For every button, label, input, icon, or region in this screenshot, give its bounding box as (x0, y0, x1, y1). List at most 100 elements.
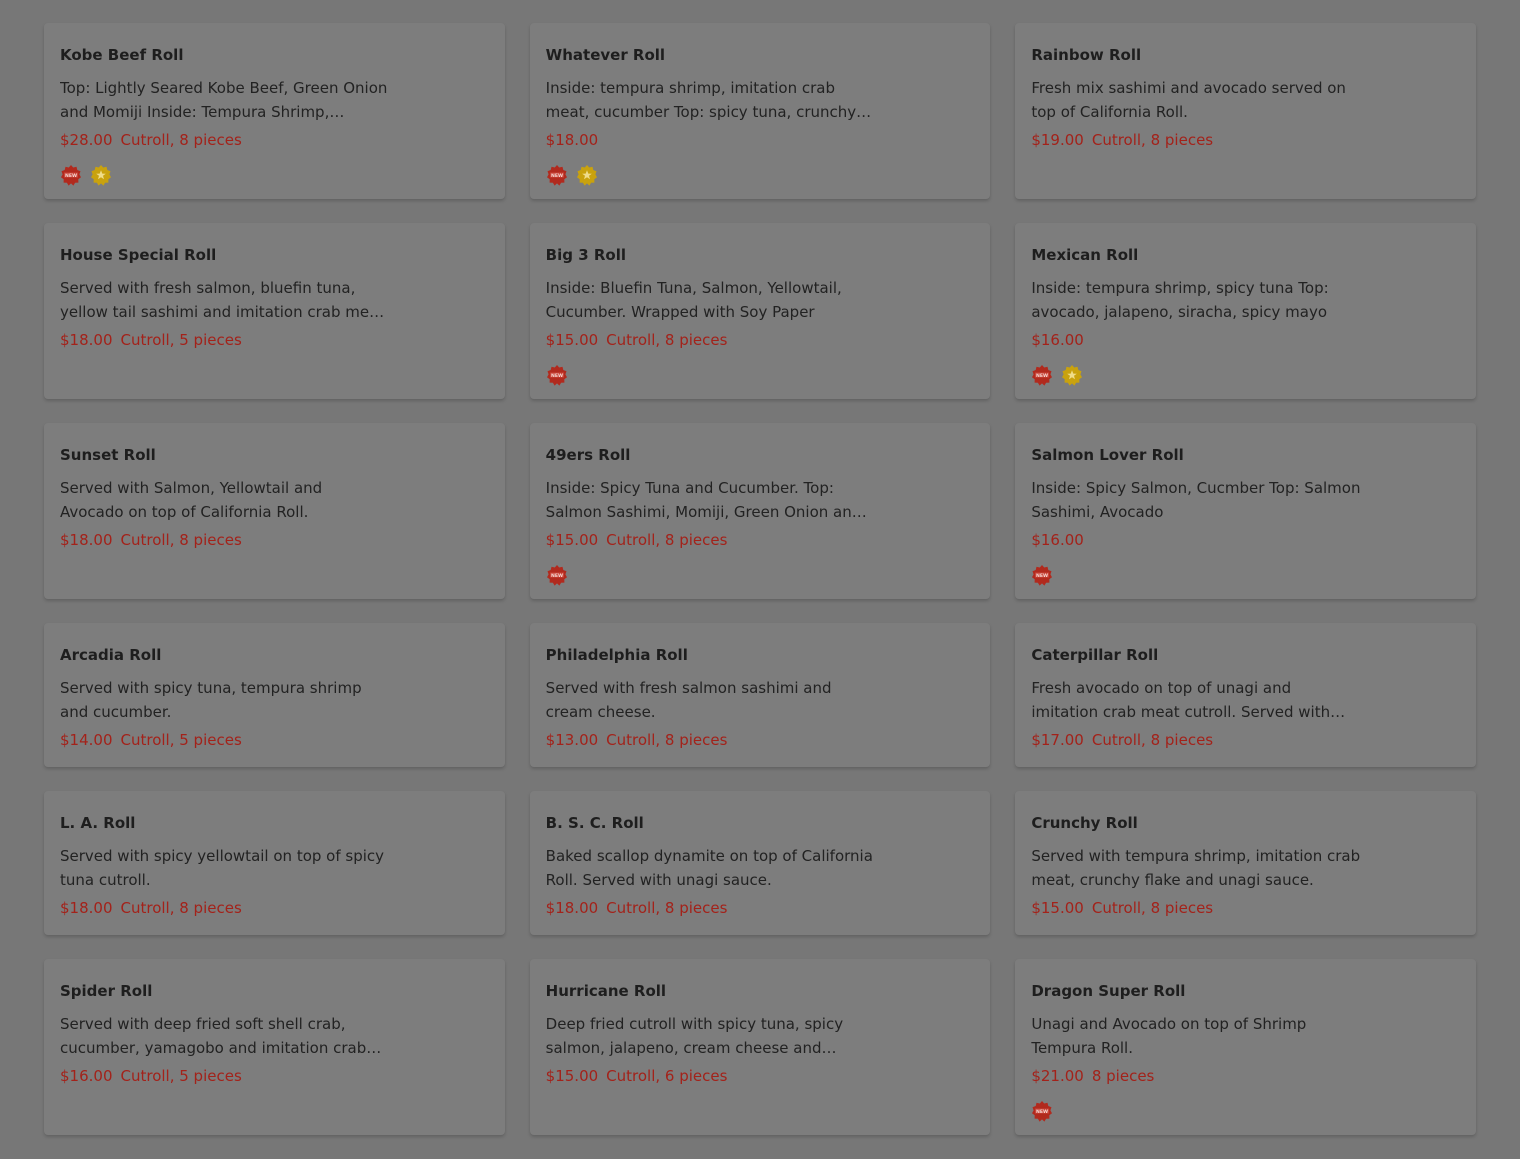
svg-text:NEW: NEW (551, 173, 563, 179)
item-name: Mexican Roll (1031, 246, 1139, 264)
item-price-line: $15.00 Cutroll, 6 pieces (546, 1068, 975, 1084)
menu-item-card[interactable]: Arcadia Roll Served with spicy tuna, temp… (44, 623, 505, 767)
menu-item-card[interactable]: Rainbow Roll Fresh mix sashimi and avocad… (1015, 23, 1477, 199)
menu-item-card[interactable]: Sunset Roll Served with Salmon, Yellowtai… (44, 423, 505, 599)
item-badges: NEW (1031, 564, 1460, 586)
item-portion: Cutroll, 8 pieces (1091, 731, 1214, 749)
item-name: Whatever Roll (545, 46, 666, 64)
item-description: Served with spicy yellowtail on top of s… (60, 847, 385, 889)
menu-item-card[interactable]: 49ers Roll Inside: Spicy Tuna and Cucumbe… (529, 423, 991, 599)
new-icon: NEW (546, 564, 568, 586)
menu-item-card[interactable]: Whatever Roll Inside: tempura shrimp, imi… (529, 23, 991, 199)
item-name: Caterpillar Roll (1031, 646, 1159, 664)
item-price-line: $18.00 (546, 132, 975, 148)
item-portion: Cutroll, 8 pieces (606, 331, 728, 349)
item-price-line: $15.00 Cutroll, 8 pieces (546, 532, 975, 548)
item-name: Salmon Lover Roll (1031, 446, 1184, 464)
menu-item-card[interactable]: Crunchy Roll Served with tempura shrimp, … (1015, 791, 1477, 935)
item-price-line: $16.00 (1031, 532, 1460, 548)
item-price-line: $16.00 (1031, 332, 1460, 348)
item-name: House Special Roll (60, 246, 217, 264)
item-name: Kobe Beef Roll (60, 46, 184, 64)
menu-row: Kobe Beef Roll Top: Lightly Seared Kobe B… (44, 23, 1477, 199)
item-description: Inside: Spicy Tuna and Cucumber. Top: Sa… (545, 479, 862, 521)
item-description: Inside: Spicy Salmon, Cucmber Top: Salmo… (1031, 479, 1361, 521)
item-portion: Cutroll, 8 pieces (606, 731, 728, 749)
item-description: Served with fresh salmon sashimi and cre… (545, 679, 832, 721)
item-description: Fresh avocado on top of unagi and imitat… (1031, 679, 1331, 721)
item-description: Served with spicy tuna, tempura shrimp a… (60, 679, 362, 721)
item-description: Deep fried cutroll with spicy tuna, spic… (545, 1015, 844, 1057)
item-price: $19.00 (1031, 131, 1084, 149)
item-price-line: $15.00 Cutroll, 8 pieces (546, 332, 975, 348)
item-name: Hurricane Roll (545, 982, 667, 1000)
item-portion: Cutroll, 8 pieces (120, 131, 242, 149)
svg-text:NEW: NEW (1036, 373, 1048, 379)
item-name: B. S. C. Roll (545, 814, 644, 832)
menu-grid: Kobe Beef Roll Top: Lightly Seared Kobe B… (44, 23, 1477, 1159)
new-icon: NEW (60, 164, 82, 186)
item-price: $18.00 (60, 899, 113, 917)
item-badges: NEW (546, 364, 975, 386)
item-name: Rainbow Roll (1031, 46, 1142, 64)
menu-row: House Special Roll Served with fresh salm… (44, 223, 1477, 399)
menu-item-card[interactable]: House Special Roll Served with fresh salm… (44, 223, 505, 399)
menu-row: Spider Roll Served with deep fried soft s… (44, 959, 1477, 1135)
item-name: Big 3 Roll (545, 246, 627, 264)
menu-row: L. A. Roll Served with spicy yellowtail o… (44, 791, 1477, 935)
menu-item-card[interactable]: Dragon Super Roll Unagi and Avocado on to… (1015, 959, 1477, 1135)
star-icon (1061, 364, 1083, 386)
item-price: $13.00 (545, 731, 599, 749)
item-name: Arcadia Roll (60, 646, 162, 664)
item-name: Sunset Roll (60, 446, 156, 464)
item-description: Top: Lightly Seared Kobe Beef, Green Oni… (60, 79, 388, 121)
item-price: $15.00 (545, 1067, 599, 1085)
item-name: 49ers Roll (545, 446, 631, 464)
item-description: Baked scallop dynamite on top of Califor… (545, 847, 873, 889)
item-portion: Cutroll, 8 pieces (120, 531, 242, 549)
item-portion: Cutroll, 8 pieces (120, 899, 242, 917)
item-price: $21.00 (1031, 1067, 1084, 1085)
item-price: $17.00 (1031, 731, 1084, 749)
item-price-line: $18.00 Cutroll, 8 pieces (546, 900, 975, 916)
item-description: Inside: Bluefin Tuna, Salmon, Yellowtail… (545, 279, 842, 321)
item-price-line: $13.00 Cutroll, 8 pieces (546, 732, 975, 748)
menu-row: Sunset Roll Served with Salmon, Yellowtai… (44, 423, 1477, 599)
star-icon (576, 164, 598, 186)
item-price-line: $15.00 Cutroll, 8 pieces (1031, 900, 1460, 916)
item-price-line: $18.00 Cutroll, 5 pieces (60, 332, 489, 348)
new-icon: NEW (546, 164, 568, 186)
item-description: Unagi and Avocado on top of Shrimp Tempu… (1031, 1015, 1307, 1057)
item-description: Served with Salmon, Yellowtail and Avoca… (60, 479, 323, 521)
item-price: $16.00 (1031, 531, 1084, 549)
item-name: L. A. Roll (60, 814, 136, 832)
svg-text:NEW: NEW (1036, 1109, 1048, 1115)
svg-text:NEW: NEW (1036, 573, 1048, 579)
item-price-line: $21.00 8 pieces (1031, 1068, 1460, 1084)
menu-item-card[interactable]: Philadelphia Roll Served with fresh salmo… (529, 623, 991, 767)
menu-item-card[interactable]: Big 3 Roll Inside: Bluefin Tuna, Salmon, … (529, 223, 991, 399)
menu-item-card[interactable]: Spider Roll Served with deep fried soft s… (44, 959, 505, 1135)
item-name: Philadelphia Roll (545, 646, 688, 664)
item-portion: Cutroll, 8 pieces (606, 531, 728, 549)
item-price-line: $18.00 Cutroll, 8 pieces (60, 900, 489, 916)
item-price: $15.00 (545, 531, 599, 549)
item-description: Served with deep fried soft shell crab, … (60, 1015, 367, 1057)
menu-row: Arcadia Roll Served with spicy tuna, temp… (44, 623, 1477, 767)
menu-item-card[interactable]: Mexican Roll Inside: tempura shrimp, spic… (1015, 223, 1477, 399)
menu-item-card[interactable]: Salmon Lover Roll Inside: Spicy Salmon, C… (1015, 423, 1477, 599)
item-price: $15.00 (545, 331, 599, 349)
star-icon (90, 164, 112, 186)
item-price-line: $16.00 Cutroll, 5 pieces (60, 1068, 489, 1084)
menu-item-card[interactable]: Hurricane Roll Deep fried cutroll with sp… (529, 959, 991, 1135)
menu-item-card[interactable]: B. S. C. Roll Baked scallop dynamite on t… (529, 791, 991, 935)
menu-item-card[interactable]: Caterpillar Roll Fresh avocado on top of … (1015, 623, 1477, 767)
menu-item-card[interactable]: L. A. Roll Served with spicy yellowtail o… (44, 791, 505, 935)
item-badges: NEW (60, 164, 489, 186)
item-badges: NEW (546, 164, 975, 186)
svg-text:NEW: NEW (65, 173, 77, 179)
menu-item-card[interactable]: Kobe Beef Roll Top: Lightly Seared Kobe B… (44, 23, 505, 199)
item-description: Served with fresh salmon, bluefin tuna, … (60, 279, 389, 321)
item-portion: Cutroll, 8 pieces (1091, 131, 1214, 149)
item-price-line: $19.00 Cutroll, 8 pieces (1031, 132, 1460, 148)
